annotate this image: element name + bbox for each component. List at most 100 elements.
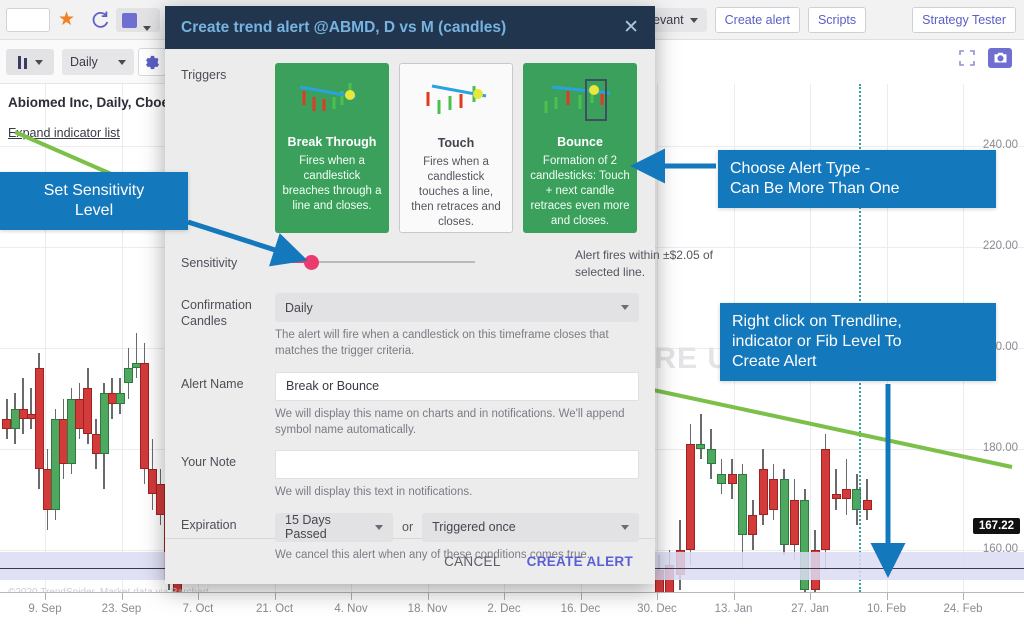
callout-line: Level [74,202,114,219]
note-label: Your Note [181,455,237,470]
trigger-card-description: Fires when a candlestick breaches throug… [282,155,382,212]
callout-line: Right click on Trendline, [732,313,902,330]
cancel-button[interactable]: CANCEL [444,554,501,569]
date-tick [504,593,505,600]
date-tick [580,593,582,600]
candlestick-icon [17,55,29,69]
camera-icon[interactable] [988,48,1012,68]
candle-body [779,479,789,545]
trigger-card-description: Fires when a candlestick touches a line,… [411,156,501,228]
scripts-button[interactable]: Scripts [807,7,867,33]
date-tick-label: 30. Dec [637,603,677,615]
candle-body [842,489,851,500]
trigger-card-break-through[interactable]: Break Through Fires when a candlestick br… [275,63,389,233]
date-tick [427,593,429,600]
candle-wick [835,469,837,510]
trigger-card-bounce[interactable]: Bounce Formation of 2 candlesticks: Touch… [523,63,637,233]
candle-body [83,388,93,434]
chart-settings-button[interactable] [138,48,166,76]
refresh-icon[interactable] [89,9,111,31]
candle-body [140,363,150,470]
expiration-or-label: or [402,520,414,535]
alert-name-row: Alert Name We will display this name on … [181,371,639,439]
callout-line: Set Sensitivity [43,182,145,199]
note-help: We will display this text in notificatio… [275,486,473,499]
date-tick [121,593,123,600]
date-axis: 9. Sep 23. Sep 7. Oct 21. Oct 4. Nov 18. Nov 2… [0,592,1024,626]
confirmation-candles-select[interactable]: Daily [275,293,639,322]
alert-name-help: We will display this name on charts and … [275,407,625,436]
chart-type-button[interactable] [6,49,54,75]
expiration-days-select[interactable]: 15 Days Passed [275,512,393,542]
top-toolbar-right: Most Relevant Create alert Scripts Strat… [594,0,1016,40]
expiration-label: Expiration [181,517,237,532]
dialog-header: Create trend alert @ABMD, D vs M (candle… [165,6,655,49]
chevron-down-icon [689,17,698,23]
callout-line: Choose Alert Type - [730,160,871,177]
timeframe-label: Daily [70,55,98,69]
expand-indicator-list-link[interactable]: Expand indicator list [8,126,120,140]
candle-body [769,479,779,510]
alert-name-label: Alert Name [181,376,244,391]
price-tick-label: 160.00 [982,543,1018,555]
date-tick-label: 18. Nov [407,603,448,615]
candle-body [758,469,768,515]
candle-body [696,443,706,449]
expiration-condition-select[interactable]: Triggered once [422,512,639,542]
candle-body [717,474,727,485]
confirmation-candles-label: Confirmation Candles [181,293,275,360]
date-tick-label: 9. Sep [28,603,62,615]
sensitivity-label: Sensitivity [181,256,238,270]
timeframe-select[interactable]: Daily [62,49,134,75]
chevron-down-icon [35,59,43,65]
slider-thumb[interactable] [304,255,319,270]
candle-body [748,514,758,535]
note-row: Your Note We will display this text in n… [181,450,639,500]
triggers-row: Triggers Break Through Fires when a candl… [181,63,639,233]
date-tick [963,593,964,600]
sensitivity-slider[interactable]: Alert fires within ±$2.05 of selected li… [275,248,713,279]
candle-wick [845,459,848,515]
chevron-down-icon [143,18,151,36]
candle-body [706,449,716,465]
favorite-star-icon[interactable]: ★ [58,9,75,31]
create-alert-button[interactable]: Create alert [714,7,800,33]
date-tick-label: 16. Dec [560,603,601,615]
create-trend-alert-dialog: Create trend alert @ABMD, D vs M (candle… [165,6,713,584]
strategy-tester-button[interactable]: Strategy Tester [912,7,1016,33]
confirmation-label-line2: Candles [181,313,227,328]
sensitivity-row: Sensitivity Alert fires within ±$2.05 of… [181,248,713,279]
vertical-gridline [657,84,658,592]
date-tick [733,593,735,600]
trigger-card-illustration [406,72,506,132]
symbol-search-input[interactable] [6,8,50,32]
date-tick-label: 2. Dec [487,603,521,615]
chart-title: Abiomed Inc, Daily, Cboe [8,95,170,110]
candle-wick [700,413,702,460]
chevron-down-icon [375,524,383,530]
date-tick-label: 27. Jan [791,603,829,615]
date-tick [198,593,199,600]
confirmation-candles-value: Daily [285,300,313,315]
close-icon[interactable]: ✕ [623,18,639,37]
color-picker-button[interactable] [116,8,160,32]
candle-body [738,474,747,535]
trigger-card-touch[interactable]: Touch Fires when a candlestick touches a … [399,63,513,233]
trigger-card-list: Break Through Fires when a candlestick br… [275,63,639,233]
expiration-condition-value: Triggered once [432,520,516,535]
date-tick [274,593,276,600]
create-alert-submit-button[interactable]: CREATE ALERT [527,554,633,569]
candle-body [727,474,737,485]
trigger-card-description: Formation of 2 candlesticks: Touch + nex… [530,155,630,227]
note-input[interactable] [275,450,639,480]
trigger-card-title: Bounce [557,135,603,149]
candle-body [115,393,125,404]
date-tick [45,593,46,600]
confirmation-candles-row: Confirmation Candles Daily The alert wil… [181,293,639,360]
fullscreen-icon[interactable] [958,49,976,67]
date-tick [351,593,352,600]
price-tick-label: 180.00 [982,442,1018,454]
callout-set-sensitivity: Set Sensitivity Level [0,172,188,230]
dialog-body: Triggers Break Through Fires when a candl… [165,49,713,561]
alert-name-input[interactable] [275,371,639,401]
